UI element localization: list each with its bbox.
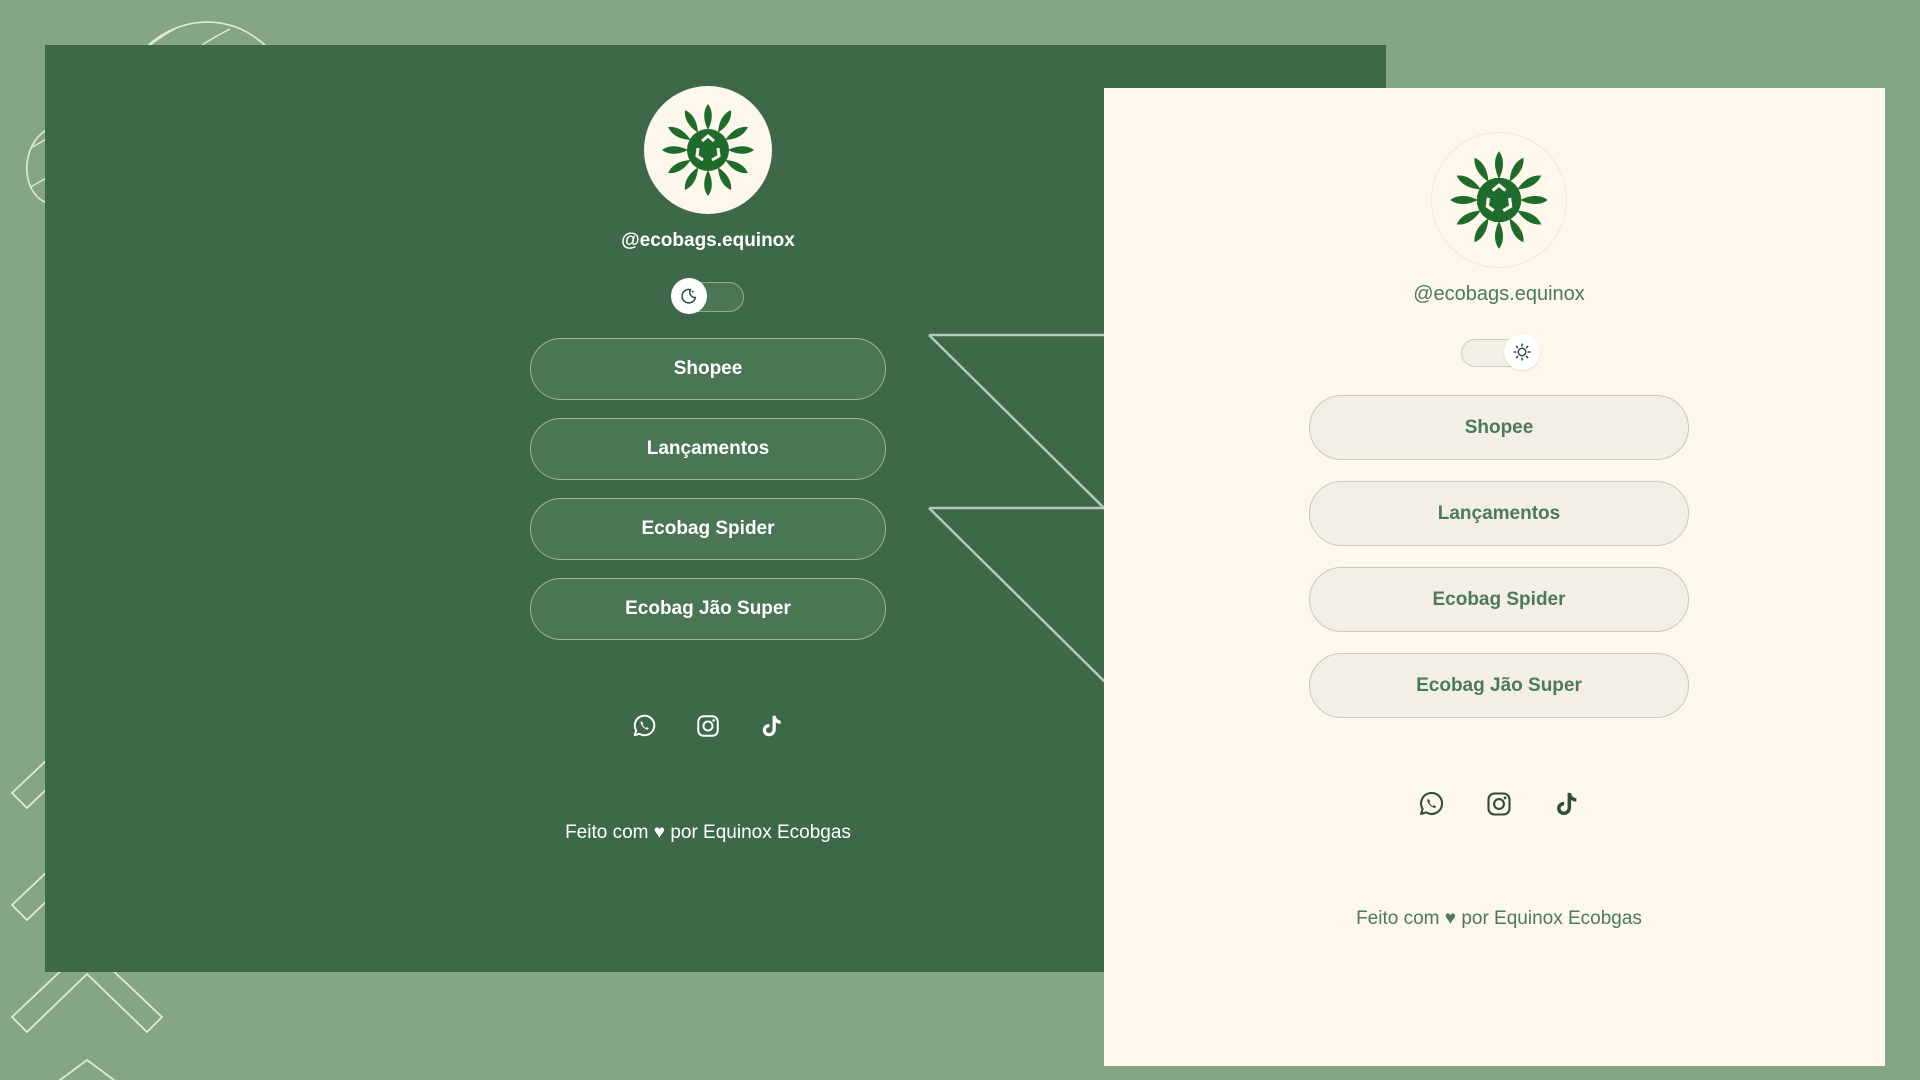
link-button-shopee[interactable]: Shopee bbox=[1309, 395, 1689, 460]
link-button-shopee[interactable]: Shopee bbox=[530, 338, 886, 400]
profile-username: @ecobags.equinox bbox=[1413, 283, 1585, 305]
instagram-icon bbox=[1487, 792, 1511, 816]
sun-icon bbox=[1513, 343, 1531, 361]
social-links bbox=[1417, 790, 1581, 818]
sun-recycle-logo-icon bbox=[662, 104, 754, 196]
profile-avatar bbox=[1432, 133, 1566, 267]
whatsapp-icon bbox=[633, 714, 656, 737]
light-profile-card: @ecobags.equinox Shopee Lançamentos Ecob bbox=[1309, 133, 1689, 930]
theme-toggle[interactable] bbox=[1461, 334, 1540, 370]
tiktok-link[interactable] bbox=[1553, 790, 1581, 818]
instagram-link[interactable] bbox=[1485, 790, 1513, 818]
instagram-icon bbox=[697, 715, 719, 737]
link-list: Shopee Lançamentos Ecobag Spider Ecobag … bbox=[1309, 395, 1689, 718]
tiktok-icon bbox=[1557, 792, 1577, 816]
profile-username: @ecobags.equinox bbox=[621, 230, 795, 251]
sun-recycle-logo-icon bbox=[1450, 151, 1548, 249]
theme-toggle-knob[interactable] bbox=[671, 278, 707, 314]
theme-toggle-knob[interactable] bbox=[1504, 334, 1540, 370]
theme-toggle[interactable] bbox=[671, 278, 744, 314]
link-button-ecobag-spider[interactable]: Ecobag Spider bbox=[530, 498, 886, 560]
social-links bbox=[630, 712, 786, 740]
link-button-lancamentos[interactable]: Lançamentos bbox=[530, 418, 886, 480]
footer-credit: Feito com ♥ por Equinox Ecobgas bbox=[1356, 908, 1642, 929]
tiktok-link[interactable] bbox=[758, 712, 786, 740]
footer-credit: Feito com ♥ por Equinox Ecobgas bbox=[565, 822, 851, 843]
link-button-ecobag-jao-super[interactable]: Ecobag Jão Super bbox=[1309, 653, 1689, 718]
whatsapp-link[interactable] bbox=[1417, 790, 1445, 818]
link-button-ecobag-spider[interactable]: Ecobag Spider bbox=[1309, 567, 1689, 632]
moon-icon bbox=[681, 288, 697, 304]
link-list: Shopee Lançamentos Ecobag Spider Ecobag … bbox=[530, 338, 886, 640]
tiktok-icon bbox=[762, 715, 781, 737]
link-button-lancamentos[interactable]: Lançamentos bbox=[1309, 481, 1689, 546]
whatsapp-icon bbox=[1420, 791, 1444, 815]
dark-profile-card: @ecobags.equinox Shopee Lançamentos Ecob… bbox=[530, 86, 886, 844]
link-button-ecobag-jao-super[interactable]: Ecobag Jão Super bbox=[530, 578, 886, 640]
instagram-link[interactable] bbox=[694, 712, 722, 740]
whatsapp-link[interactable] bbox=[630, 712, 658, 740]
profile-avatar bbox=[644, 86, 772, 214]
